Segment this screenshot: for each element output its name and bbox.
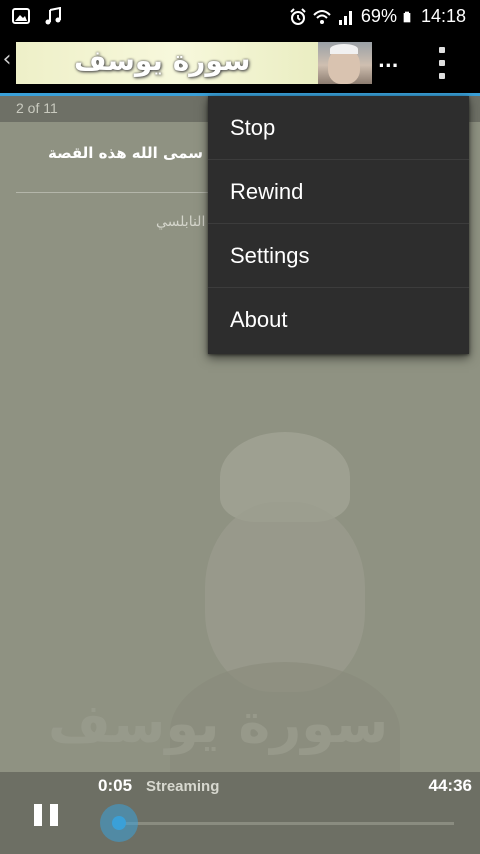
overflow-dot xyxy=(439,47,445,53)
seek-thumb[interactable] xyxy=(100,804,138,842)
pause-bar-left xyxy=(34,804,42,826)
overflow-menu-icon[interactable] xyxy=(436,47,448,79)
banner-title: سورة يوسف xyxy=(74,44,251,77)
title-ellipsis: ... xyxy=(378,51,399,72)
page-indicator: 2 of 11 xyxy=(16,100,58,116)
menu-item-rewind[interactable]: Rewind xyxy=(208,160,469,224)
chevron-left-icon[interactable]: ‹ xyxy=(0,47,14,72)
app-bar: ‹ سورة يوسف ... xyxy=(0,33,480,96)
image-icon xyxy=(12,8,30,24)
app-banner: سورة يوسف xyxy=(16,42,372,84)
total-duration: 44:36 xyxy=(428,776,472,795)
background-watermark-text: سورة يوسف xyxy=(48,692,389,755)
status-bar: 69% 14:18 xyxy=(0,0,480,33)
pause-button[interactable] xyxy=(34,804,58,826)
audio-player-bar: 0:05 Streaming 44:36 xyxy=(0,772,480,854)
wifi-icon xyxy=(313,9,331,24)
status-time: 14:18 xyxy=(420,6,466,26)
lecture-subtitle: النابلسي xyxy=(156,214,206,230)
content-divider xyxy=(16,192,208,193)
portrait-hair xyxy=(330,44,358,54)
seek-track[interactable] xyxy=(120,822,454,825)
status-left xyxy=(12,7,62,25)
banner-portrait xyxy=(318,42,372,84)
alarm-icon xyxy=(290,7,306,25)
battery-percent: 69% xyxy=(360,6,397,26)
overflow-dot xyxy=(439,60,445,66)
pause-bar-right xyxy=(50,804,58,826)
music-note-icon xyxy=(45,7,61,25)
menu-item-stop[interactable]: Stop xyxy=(208,96,469,160)
signal-icon xyxy=(338,10,352,25)
seek-thumb-core xyxy=(112,816,126,830)
overflow-dot xyxy=(439,73,445,79)
overflow-dropdown-menu: Stop Rewind Settings About xyxy=(208,96,469,354)
lecture-title[interactable]: اذا سمى الله هذه القصة xyxy=(48,144,226,162)
menu-item-settings[interactable]: Settings xyxy=(208,224,469,288)
status-right: 69% 14:18 xyxy=(289,6,466,27)
battery-icon xyxy=(403,11,411,22)
stream-status: Streaming xyxy=(146,778,220,795)
menu-item-about[interactable]: About xyxy=(208,288,469,352)
elapsed-time: 0:05 xyxy=(98,776,133,795)
